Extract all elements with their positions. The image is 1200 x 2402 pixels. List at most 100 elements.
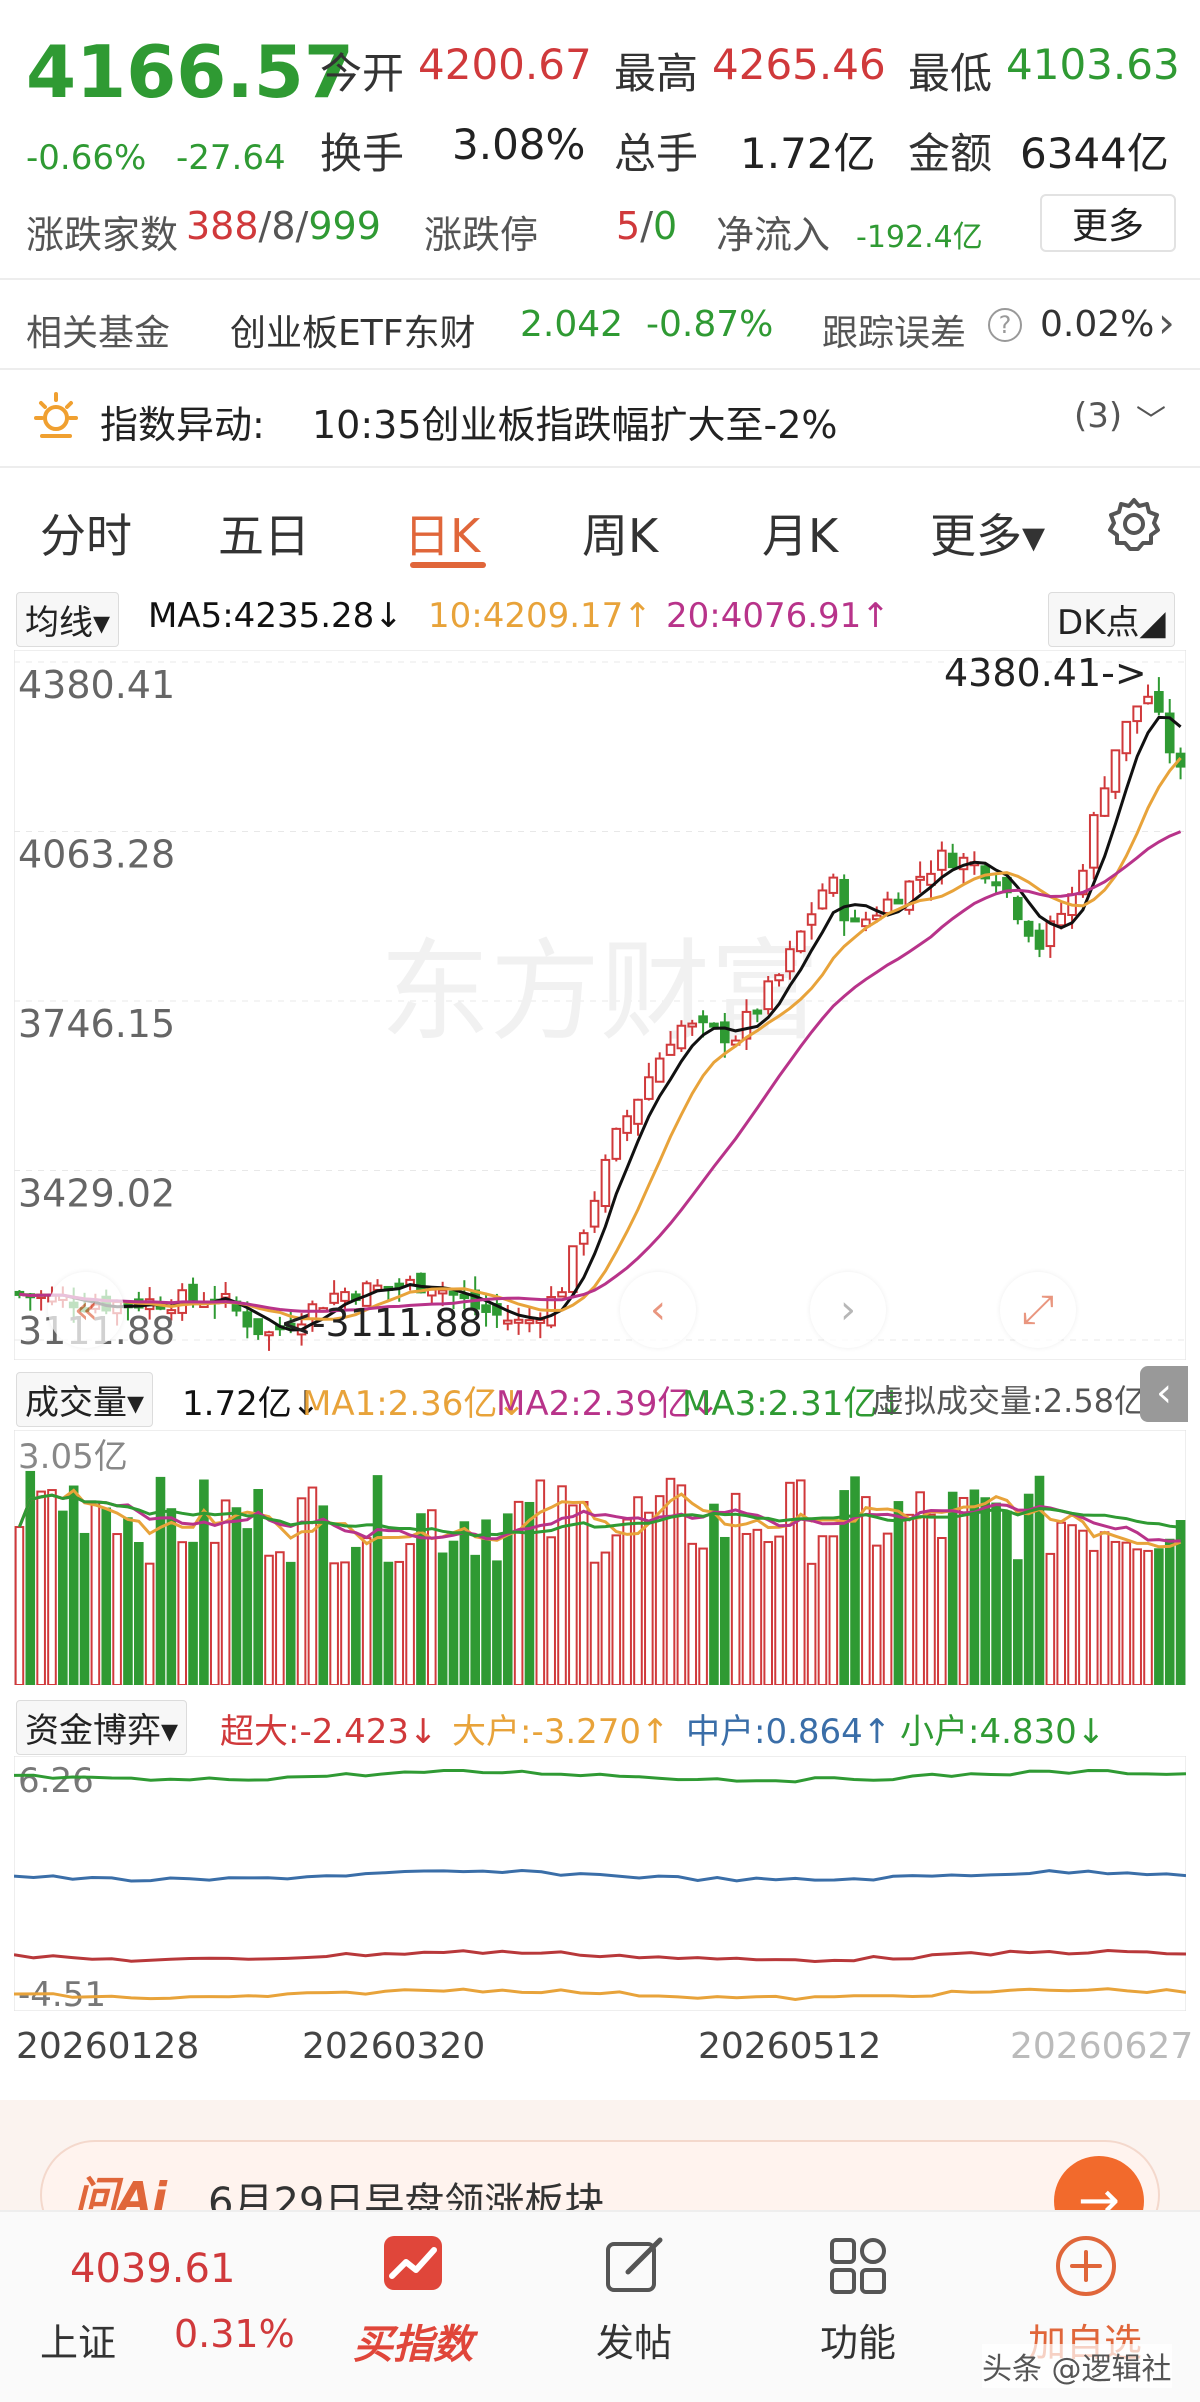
volume-chart[interactable]: 3.05亿 <box>14 1430 1186 1685</box>
apps-grid-icon[interactable] <box>826 2234 890 2298</box>
candle-body <box>264 1331 274 1337</box>
post-label[interactable]: 发帖 <box>574 2312 694 2367</box>
volume-bar <box>372 1475 383 1685</box>
gear-icon[interactable] <box>1104 494 1164 554</box>
tracking-label: 跟踪误差 <box>822 313 967 354</box>
volume-bar <box>1088 1549 1099 1685</box>
fund-name: 创业板ETF东财 <box>230 313 476 354</box>
y-tick-label: 4380.41 <box>18 663 175 707</box>
candle-body <box>752 1009 763 1015</box>
collapse-panel-icon[interactable]: ‹ <box>1140 1366 1188 1422</box>
volume-bar <box>47 1489 57 1685</box>
volume-bar <box>1056 1521 1067 1685</box>
volume-bar <box>329 1562 339 1685</box>
volume-bar <box>611 1534 622 1685</box>
index-alert-row[interactable]: 指数异动: 10:35创业板指跌幅扩大至-2% (3) ﹀ <box>0 370 1200 464</box>
limit-down: 0 <box>653 204 678 248</box>
volume-bar <box>871 1544 882 1685</box>
candle-body <box>937 849 947 871</box>
volume-bar <box>709 1503 719 1685</box>
candle-body <box>568 1245 578 1293</box>
scroll-left-icon[interactable]: ‹ <box>620 1272 696 1348</box>
source-watermark: 头条 @逻辑社 <box>982 2344 1172 2388</box>
trend-chart-icon[interactable] <box>378 2232 448 2296</box>
date-tick: 20260512 <box>698 2026 882 2067</box>
scroll-right-icon[interactable]: › <box>810 1272 886 1348</box>
candle-body <box>839 878 849 922</box>
candle-body <box>1132 705 1142 723</box>
max-price-label: 4380.41-> <box>944 651 1147 695</box>
volume-bar <box>969 1489 980 1685</box>
limit-up: 5 <box>616 204 641 248</box>
index-name[interactable]: 上证 <box>40 2312 116 2367</box>
tab-daily-k[interactable]: 日K <box>404 500 480 566</box>
low-label: 最低 <box>908 49 993 98</box>
volume-bar <box>1132 1548 1142 1685</box>
ma-select[interactable]: 均线▾ <box>16 592 120 647</box>
candlestick-chart[interactable]: 东方财富 4380.414063.283746.153429.023111.88… <box>14 650 1186 1360</box>
volume-bar <box>123 1517 133 1685</box>
volume-bar <box>448 1540 459 1685</box>
volume-bar <box>719 1536 730 1685</box>
candle-body <box>1099 787 1110 817</box>
candle-body <box>1121 720 1132 755</box>
buy-index-label[interactable]: 买指数 <box>340 2312 486 2370</box>
active-tab-indicator <box>410 562 486 568</box>
index-change[interactable]: 0.31% <box>174 2312 295 2356</box>
volume-bar <box>980 1497 991 1685</box>
candle-body <box>1088 814 1099 869</box>
function-label[interactable]: 功能 <box>798 2312 918 2367</box>
fund-flow-chart[interactable]: 6.26 -4.51 <box>14 1756 1186 2011</box>
volume-bar <box>144 1562 155 1685</box>
volume-bar <box>1099 1531 1110 1685</box>
volume-bar <box>1143 1549 1153 1685</box>
scroll-left-fast-icon[interactable]: « <box>48 1272 124 1348</box>
volume-bar <box>752 1528 763 1685</box>
date-tick: 20260627 <box>1010 2026 1194 2067</box>
candle-body <box>1012 896 1023 921</box>
chevron-down-icon[interactable]: ﹀ <box>1136 396 1166 440</box>
more-button[interactable]: 更多 <box>1040 194 1176 252</box>
volume-bar <box>481 1519 491 1685</box>
index-value[interactable]: 4039.61 <box>70 2246 235 2292</box>
volume-bar <box>633 1496 643 1685</box>
expand-icon[interactable]: ⤢ <box>1000 1272 1076 1348</box>
candle-body <box>600 1158 611 1208</box>
volume-bar <box>1002 1510 1012 1685</box>
volume-bar <box>296 1497 307 1685</box>
tab-weekly-k[interactable]: 周K <box>582 500 658 566</box>
dk-point-button[interactable]: DK点◢ <box>1048 592 1175 647</box>
low-value: 4103.63 <box>1006 40 1180 89</box>
chevron-right-icon: › <box>1158 298 1175 347</box>
virtual-volume: 虚拟成交量:2.58亿 <box>872 1382 1147 1420</box>
add-favorite-icon[interactable] <box>1052 2232 1120 2300</box>
tab-intraday[interactable]: 分时 <box>40 500 132 566</box>
candle-body <box>719 1021 730 1044</box>
chart-tabs: 分时 五日 日K 周K 月K 更多▾ <box>0 470 1200 580</box>
volume-bar <box>405 1543 415 1685</box>
help-icon[interactable]: ? <box>988 308 1022 342</box>
related-fund-row[interactable]: 相关基金 创业板ETF东财 2.042 -0.87% 跟踪误差 ? 0.02% … <box>0 282 1200 368</box>
volume-select[interactable]: 成交量▾ <box>16 1372 154 1427</box>
breadth-flat: 8 <box>271 204 296 248</box>
fund-change: -0.87% <box>646 304 774 345</box>
flow-top-label: 6.26 <box>18 1761 94 1801</box>
fund-flow-select[interactable]: 资金博弈▾ <box>16 1700 188 1755</box>
volume-bar <box>351 1546 361 1685</box>
volume-bar <box>904 1513 915 1685</box>
divider <box>0 466 1200 468</box>
volume-bar <box>155 1476 166 1685</box>
volume-bar <box>58 1510 68 1685</box>
tab-five-day[interactable]: 五日 <box>218 500 310 566</box>
tab-more[interactable]: 更多▾ <box>930 500 1045 566</box>
watermark-text: 东方财富 <box>380 928 820 1056</box>
volume-bar <box>177 1541 188 1685</box>
candle-body <box>622 1115 632 1134</box>
slash: / <box>258 204 272 248</box>
volume-bar <box>253 1488 263 1685</box>
edit-post-icon[interactable] <box>602 2234 666 2298</box>
tab-monthly-k[interactable]: 月K <box>762 500 838 566</box>
volume-bar <box>1121 1541 1132 1685</box>
volume-bar <box>437 1552 448 1685</box>
divider <box>0 278 1200 280</box>
